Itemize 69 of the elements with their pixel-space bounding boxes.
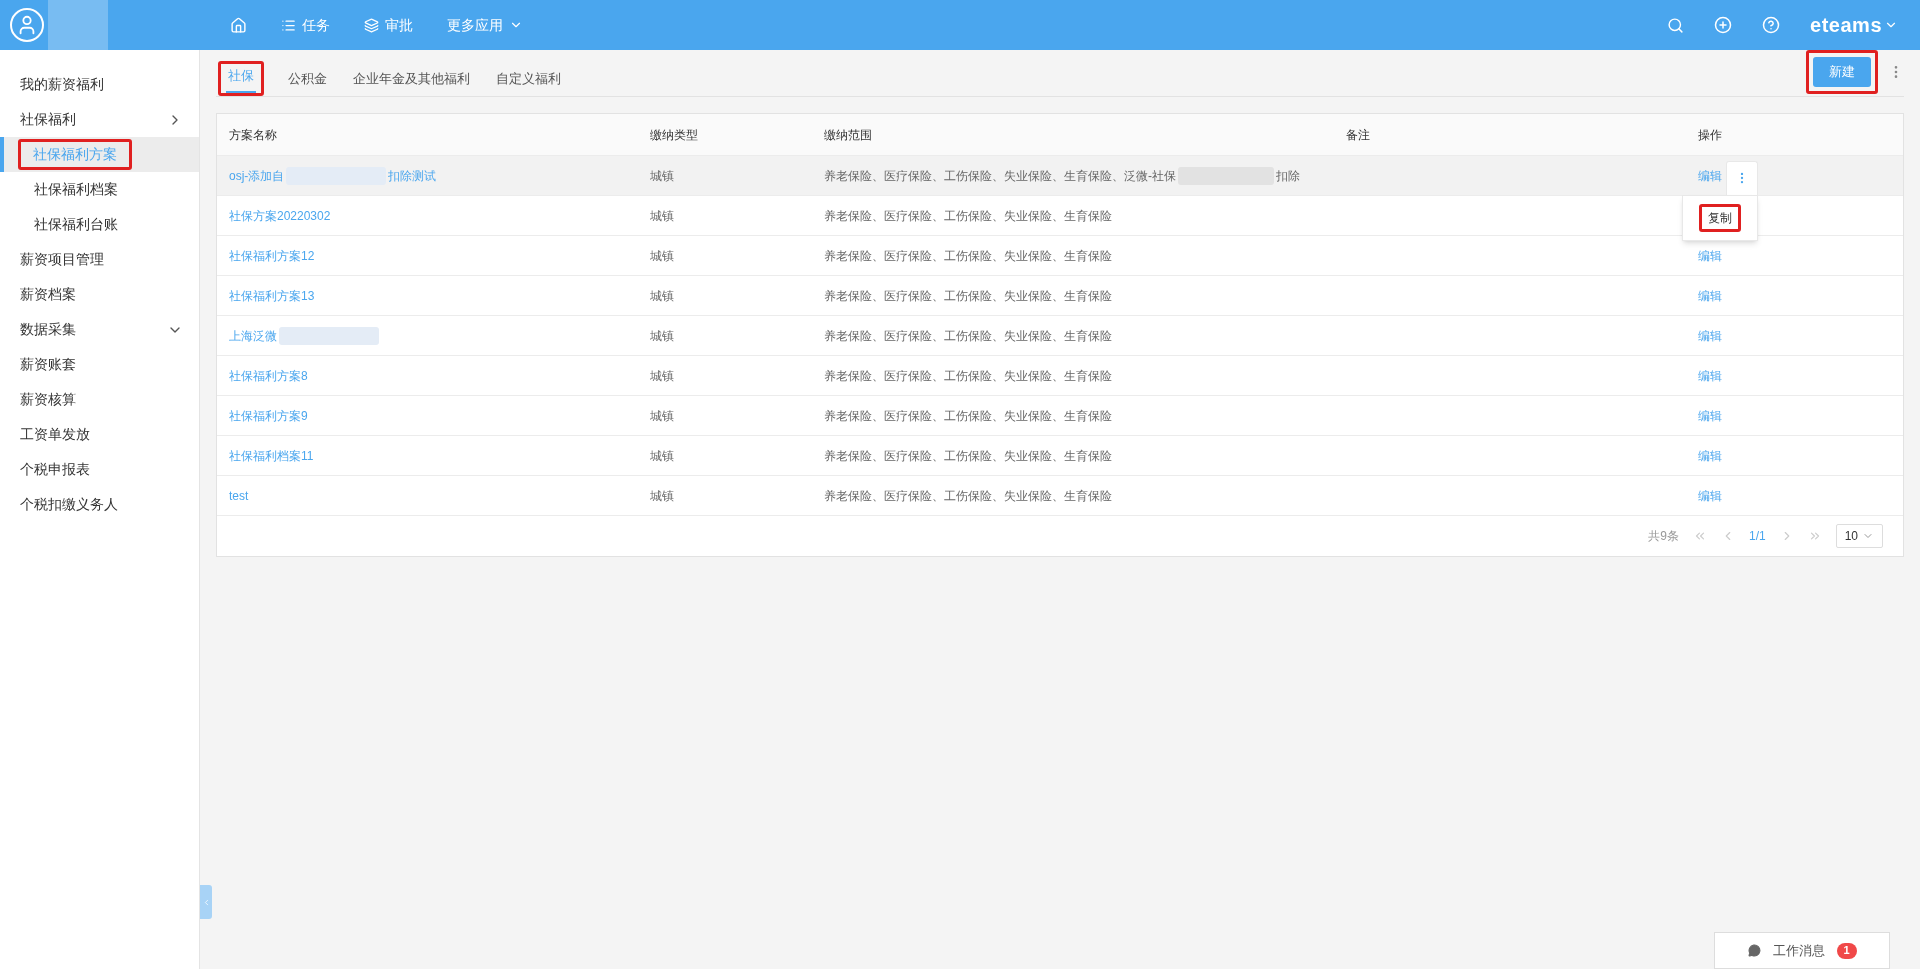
table-cell: 城镇: [650, 368, 674, 383]
table-cell: 城镇: [650, 248, 674, 263]
blur-patch: [48, 0, 108, 50]
sidebar-item[interactable]: 工资单发放: [0, 417, 199, 452]
tab[interactable]: 公积金: [286, 68, 329, 96]
sidebar-label: 薪资账套: [20, 355, 76, 374]
chat-icon: [1747, 944, 1761, 957]
sidebar-item[interactable]: 社保福利档案: [0, 172, 199, 207]
table-cell-text: 养老保险、医疗保险、工伤保险、失业保险、生育保险、泛微-社保: [824, 167, 1176, 185]
tab[interactable]: 企业年金及其他福利: [351, 68, 472, 96]
search-icon[interactable]: [1667, 16, 1685, 34]
unread-badge: 1: [1836, 942, 1857, 959]
sidebar-item[interactable]: 薪资档案: [0, 277, 199, 312]
table-cell-text: 养老保险、医疗保险、工伤保险、失业保险、生育保险: [824, 207, 1112, 225]
sidebar-item[interactable]: 个税扣缴义务人: [0, 487, 199, 522]
sidebar-item[interactable]: 社保福利: [0, 102, 199, 137]
table-cell-text: 扣除: [1276, 167, 1300, 185]
layers-icon: [364, 17, 379, 33]
page-size-select[interactable]: 10: [1835, 524, 1883, 548]
collapse-handle[interactable]: [200, 885, 212, 919]
sidebar-item[interactable]: 数据采集: [0, 312, 199, 347]
add-icon[interactable]: [1714, 16, 1733, 34]
table-cell: 城镇: [650, 488, 674, 503]
table-cell-text: 养老保险、医疗保险、工伤保险、失业保险、生育保险: [824, 487, 1112, 505]
brand-logo: eteams: [1810, 13, 1882, 38]
sidebar-label: 社保福利: [20, 110, 76, 129]
sidebar-label: 我的薪资福利: [20, 75, 104, 94]
column-header: 方案名称: [229, 127, 277, 142]
sidebar-label: 社保福利档案: [34, 180, 118, 199]
sidebar-label: 薪资档案: [20, 285, 76, 304]
column-header: 缴纳范围: [824, 127, 872, 142]
table-cell-text: 养老保险、医疗保险、工伤保险、失业保险、生育保险: [824, 367, 1112, 385]
page-indicator: 1/1: [1748, 528, 1766, 545]
column-header: 缴纳类型: [650, 127, 698, 142]
table-cell-text: 养老保险、医疗保险、工伤保险、失业保险、生育保险: [824, 447, 1112, 465]
sidebar-item[interactable]: 个税申报表: [0, 452, 199, 487]
column-header: 备注: [1346, 127, 1370, 142]
sidebar-label: 工资单发放: [20, 425, 90, 444]
table-cell-text: 养老保险、医疗保险、工伤保险、失业保险、生育保险: [824, 287, 1112, 305]
work-messages-button[interactable]: 工作消息 1: [1714, 932, 1890, 969]
menu-item[interactable]: 复制: [1708, 208, 1732, 227]
sidebar-label: 社保福利台账: [34, 215, 118, 234]
sidebar-label: 薪资核算: [20, 390, 76, 409]
home-icon: [230, 16, 247, 34]
table-cell: 城镇: [650, 168, 674, 183]
table-cell-text: 养老保险、医疗保险、工伤保险、失业保险、生育保险: [824, 407, 1112, 425]
sidebar-item[interactable]: 社保福利台账: [0, 207, 199, 242]
table-cell-text: 养老保险、医疗保险、工伤保险、失业保险、生育保险: [824, 247, 1112, 265]
table-cell: 城镇: [650, 288, 674, 303]
sidebar-label: 社保福利方案: [33, 145, 117, 164]
sidebar-label: 个税申报表: [20, 460, 90, 479]
tab[interactable]: 自定义福利: [494, 68, 563, 96]
table-cell: 城镇: [650, 408, 674, 423]
sidebar-label: 个税扣缴义务人: [20, 495, 118, 514]
list-icon: [281, 17, 296, 33]
table-cell-text: 养老保险、医疗保险、工伤保险、失业保险、生育保险: [824, 327, 1112, 345]
sidebar-label: 数据采集: [20, 320, 76, 339]
table-cell: 城镇: [650, 328, 674, 343]
avatar[interactable]: [10, 8, 44, 42]
sidebar-item[interactable]: 薪资账套: [0, 347, 199, 382]
sidebar-item[interactable]: 我的薪资福利: [0, 67, 199, 102]
column-header: 操作: [1698, 127, 1722, 142]
sidebar-item[interactable]: 薪资项目管理: [0, 242, 199, 277]
sidebar-label: 薪资项目管理: [20, 250, 104, 269]
total-count: 共9条: [1648, 528, 1679, 545]
table-cell: 城镇: [650, 448, 674, 463]
help-icon[interactable]: [1762, 16, 1781, 34]
table-cell: 城镇: [650, 208, 674, 223]
sidebar-item[interactable]: 薪资核算: [0, 382, 199, 417]
